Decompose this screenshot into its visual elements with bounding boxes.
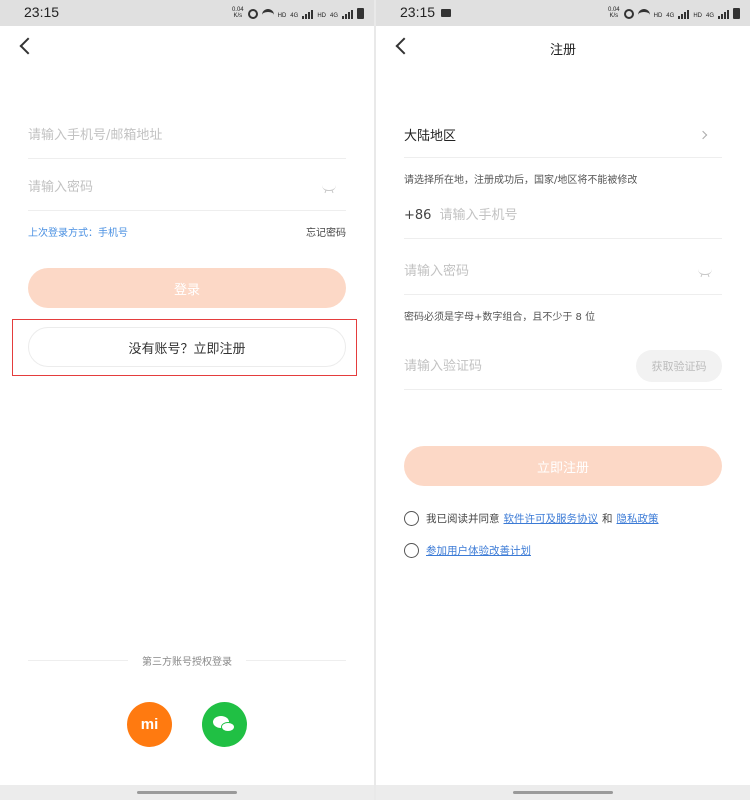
hd-badge: HD (653, 13, 663, 19)
wifi-icon (261, 9, 274, 19)
hd-badge-2: HD (317, 13, 326, 19)
signal-icon (302, 10, 314, 19)
password-input[interactable] (28, 165, 346, 210)
status-time: 23:15 (24, 4, 60, 20)
network-type-badge-2: 4G (705, 13, 714, 19)
last-login-method: 手机号 (98, 228, 128, 239)
phone-input[interactable] (439, 193, 722, 238)
password-field (28, 165, 346, 211)
home-indicator (0, 785, 374, 800)
page-title: 注册 (549, 43, 576, 58)
license-link[interactable]: 软件许可及服务协议 (504, 511, 599, 526)
network-speed: 0.04 K/s (231, 7, 244, 19)
alarm-icon (247, 9, 258, 19)
ux-program-link[interactable]: 参加用户体验改善计划 (426, 543, 531, 558)
agree-prefix-text: 我已阅读并同意 (426, 513, 500, 525)
network-type-badge-2: 4G (329, 13, 338, 19)
third-party-label: 第三方账号授权登录 (142, 657, 232, 668)
wechat-login-button[interactable] (202, 702, 247, 747)
network-type-badge: 4G (290, 13, 299, 19)
login-screen: 23:15 0.04 K/s HD 4G HD 4G 上次登录方式：手机号 忘记… (0, 0, 374, 800)
signal-icon-2 (342, 10, 353, 19)
and-text: 和 (602, 513, 613, 525)
region-hint: 请选择所在地，注册成功后，国家/地区将不能被修改 (404, 175, 638, 186)
phone-field: +86 (404, 193, 722, 239)
status-icons: 0.04 K/s HD 4G HD 4G (608, 7, 740, 19)
mi-login-button[interactable]: mi (127, 702, 172, 747)
hd-badge: HD (277, 13, 287, 19)
agreement-row: 我已阅读并同意 软件许可及服务协议 和 隐私政策 (404, 511, 663, 526)
signal-icon-2 (718, 10, 729, 19)
battery-icon (357, 8, 364, 19)
gallery-notification-icon (441, 9, 451, 17)
chevron-right-icon (698, 130, 708, 139)
password-hint: 密码必须是字母+数字组合，且不少于 8 位 (404, 312, 596, 323)
login-button[interactable]: 登录 (28, 268, 346, 308)
hd-badge-2: HD (693, 13, 702, 19)
password-field (404, 249, 722, 295)
back-icon[interactable] (19, 37, 37, 55)
region-selector[interactable]: 大陆地区 (404, 112, 722, 158)
password-input[interactable] (404, 249, 722, 294)
status-icons: 0.04 K/s HD 4G HD 4G (232, 7, 364, 19)
agreement-radio[interactable] (404, 511, 419, 526)
status-bar: 23:15 0.04 K/s HD 4G HD 4G (376, 0, 750, 26)
status-bar: 23:15 0.04 K/s HD 4G HD 4G (0, 0, 374, 26)
ux-program-row: 参加用户体验改善计划 (404, 543, 531, 558)
network-type-badge: 4G (666, 13, 675, 19)
region-value: 大陆地区 (404, 129, 457, 144)
verification-code-input[interactable] (404, 344, 624, 389)
register-now-button[interactable]: 没有账号？立即注册 (28, 327, 346, 367)
register-button[interactable]: 立即注册 (404, 446, 722, 486)
code-field: 获取验证码 (404, 344, 722, 390)
alarm-icon (623, 9, 634, 19)
network-speed: 0.04 K/s (607, 7, 620, 19)
wifi-icon (637, 9, 650, 19)
battery-icon (733, 8, 740, 19)
mi-logo-icon: mi (140, 716, 159, 733)
privacy-link[interactable]: 隐私政策 (617, 511, 659, 526)
account-field (28, 113, 346, 159)
status-time: 23:15 (400, 4, 436, 20)
register-screen: 23:15 0.04 K/s HD 4G HD 4G 注册 大陆地区 请选择所在… (376, 0, 750, 800)
ux-program-radio[interactable] (404, 543, 419, 558)
home-indicator (376, 785, 750, 800)
wechat-icon (212, 715, 237, 734)
forgot-password-link[interactable]: 忘记密码 (306, 224, 346, 239)
get-code-button[interactable]: 获取验证码 (636, 350, 722, 382)
account-input[interactable] (28, 113, 346, 158)
last-login-info: 上次登录方式：手机号 (28, 228, 128, 239)
signal-icon (678, 10, 690, 19)
country-code[interactable]: +86 (404, 208, 431, 223)
